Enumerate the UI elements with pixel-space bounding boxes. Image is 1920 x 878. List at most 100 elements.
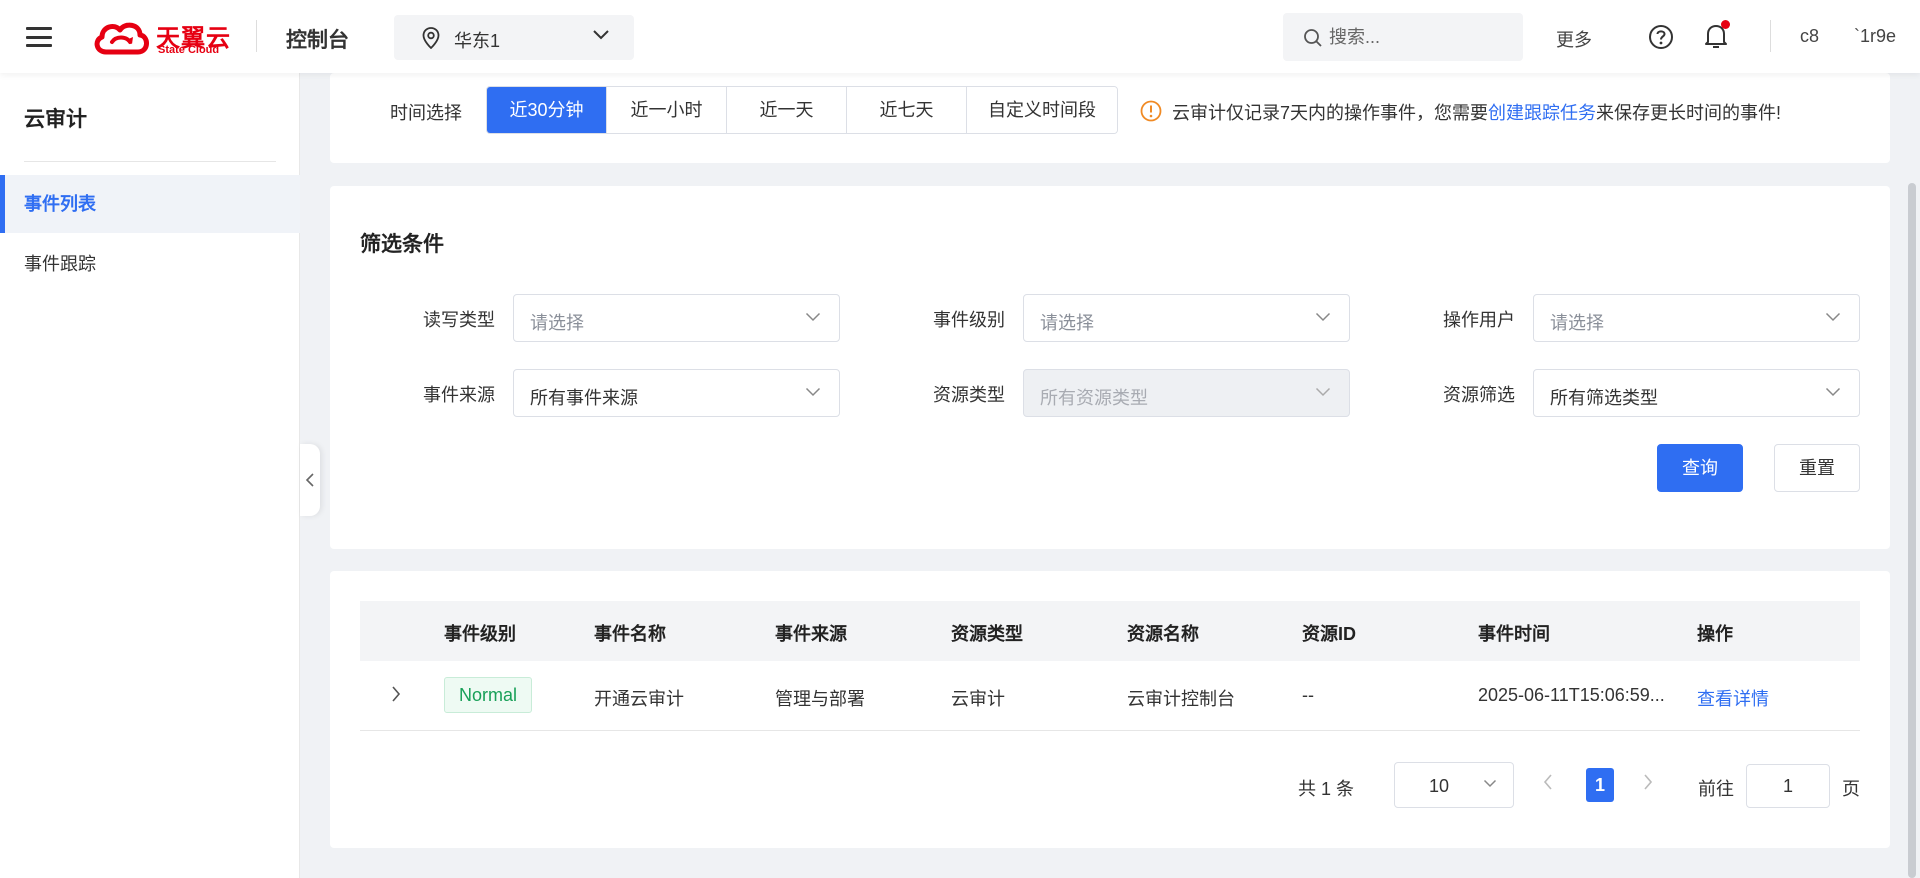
- event-level-select[interactable]: 请选择: [1023, 294, 1350, 342]
- goto-label: 前往: [1698, 779, 1734, 799]
- previous-page-icon[interactable]: [1542, 773, 1554, 791]
- logo-text-en: State Cloud: [158, 44, 220, 56]
- chevron-down-icon: [1315, 387, 1331, 397]
- time-option-1day[interactable]: 近一天: [727, 87, 847, 133]
- help-icon[interactable]: [1648, 24, 1674, 50]
- header-divider: [1770, 20, 1771, 52]
- header-divider: [256, 20, 257, 52]
- create-tracking-task-link[interactable]: 创建跟踪任务: [1488, 103, 1596, 123]
- event-level-badge: Normal: [444, 677, 532, 713]
- page-unit-label: 页: [1842, 779, 1860, 799]
- notice-text-prefix: 云审计仅记录7天内的操作事件，您需要: [1172, 103, 1489, 123]
- time-option-custom[interactable]: 自定义时间段: [967, 87, 1117, 133]
- column-header: 资源ID: [1302, 624, 1356, 644]
- column-header: 资源名称: [1127, 624, 1199, 644]
- goto-page-input[interactable]: [1746, 764, 1830, 808]
- select-value: 请选择: [1040, 313, 1094, 333]
- user-name[interactable]: `1r9e: [1854, 26, 1896, 47]
- select-value: 所有资源类型: [1040, 388, 1148, 408]
- resource-filter-select[interactable]: 所有筛选类型: [1533, 369, 1860, 417]
- chevron-down-icon: [1315, 312, 1331, 322]
- event-source-select[interactable]: 所有事件来源: [513, 369, 840, 417]
- page-scrollbar[interactable]: [1908, 183, 1916, 878]
- region-selector[interactable]: 华东1: [394, 15, 634, 60]
- pagination-total: 共 1 条: [1298, 779, 1355, 799]
- select-value: 所有筛选类型: [1550, 388, 1658, 408]
- notification-bell[interactable]: [1704, 20, 1730, 55]
- chevron-right-icon[interactable]: [390, 685, 402, 703]
- region-value: 华东1: [454, 31, 501, 51]
- column-header: 事件名称: [594, 624, 666, 644]
- table-header: 事件级别 事件名称 事件来源 资源类型 资源名称 资源ID 事件时间 操作: [360, 601, 1860, 661]
- search-input[interactable]: [1329, 23, 1509, 51]
- location-pin-icon: [422, 27, 440, 49]
- cloud-logo-icon: [94, 22, 149, 55]
- sidebar-divider: [24, 161, 276, 162]
- user-short-name[interactable]: c8: [1800, 26, 1819, 47]
- sidebar-title: 云审计: [24, 108, 87, 131]
- page-size-value: 10: [1429, 776, 1450, 796]
- resource-type-select: 所有资源类型: [1023, 369, 1350, 417]
- column-header: 操作: [1697, 624, 1733, 644]
- time-range-segmented: 近30分钟 近一小时 近一天 近七天 自定义时间段: [486, 86, 1118, 134]
- time-option-30min[interactable]: 近30分钟: [487, 87, 607, 133]
- global-search[interactable]: [1283, 13, 1523, 61]
- time-option-7days[interactable]: 近七天: [847, 87, 967, 133]
- read-write-type-label: 读写类型: [423, 310, 495, 330]
- notification-dot: [1721, 20, 1730, 29]
- event-source-label: 事件来源: [423, 385, 495, 405]
- resource-filter-label: 资源筛选: [1443, 385, 1515, 405]
- sidebar-item-event-list[interactable]: 事件列表: [0, 175, 300, 233]
- column-header: 事件时间: [1478, 624, 1550, 644]
- resource-id-cell: --: [1302, 685, 1314, 705]
- event-table-card: 事件级别 事件名称 事件来源 资源类型 资源名称 资源ID 事件时间 操作 No…: [330, 571, 1890, 848]
- read-write-type-select[interactable]: 请选择: [513, 294, 840, 342]
- search-icon: [1304, 29, 1322, 47]
- resource-type-cell: 云审计: [951, 689, 1005, 709]
- time-filter-card: 时间选择 近30分钟 近一小时 近一天 近七天 自定义时间段 云审计仅记录7天内…: [330, 73, 1890, 163]
- page-size-select[interactable]: 10: [1394, 762, 1514, 808]
- console-title[interactable]: 控制台: [286, 24, 349, 54]
- filter-title: 筛选条件: [360, 233, 444, 256]
- resource-type-label: 资源类型: [933, 385, 1005, 405]
- warning-icon: [1140, 100, 1162, 122]
- chevron-down-icon: [593, 30, 609, 40]
- time-option-1hour[interactable]: 近一小时: [607, 87, 727, 133]
- chevron-down-icon: [805, 387, 821, 397]
- next-page-icon[interactable]: [1642, 773, 1654, 791]
- chevron-left-icon: [305, 473, 314, 487]
- sidebar: 云审计 事件列表 事件跟踪: [0, 73, 300, 878]
- operator-user-select[interactable]: 请选择: [1533, 294, 1860, 342]
- event-time-cell: 2025-06-11T15:06:59...: [1478, 685, 1665, 705]
- notice-text-suffix: 来保存更长时间的事件!: [1596, 103, 1782, 123]
- time-filter-label: 时间选择: [390, 103, 462, 123]
- top-bar: 天翼云 State Cloud 控制台 华东1 更多 c8 `1r9e: [0, 0, 1920, 73]
- event-name-cell: 开通云审计: [594, 689, 684, 709]
- event-level-label: 事件级别: [933, 310, 1005, 330]
- view-details-link[interactable]: 查看详情: [1697, 685, 1769, 711]
- column-header: 事件级别: [444, 624, 516, 644]
- select-value: 请选择: [530, 313, 584, 333]
- chevron-down-icon: [1825, 312, 1841, 322]
- column-header: 事件来源: [775, 624, 847, 644]
- event-source-cell: 管理与部署: [775, 689, 865, 709]
- page-number-current[interactable]: 1: [1586, 768, 1614, 802]
- filter-card: 筛选条件 读写类型 请选择 事件级别 请选择 操作用户 请选择 事件来源 所有事…: [330, 186, 1890, 549]
- column-header: 资源类型: [951, 624, 1023, 644]
- reset-button[interactable]: 重置: [1774, 444, 1860, 492]
- sidebar-collapse-toggle[interactable]: [300, 444, 320, 516]
- more-menu[interactable]: 更多: [1556, 26, 1592, 52]
- sidebar-item-event-tracking[interactable]: 事件跟踪: [0, 235, 300, 293]
- operator-user-label: 操作用户: [1443, 310, 1515, 330]
- menu-icon[interactable]: [26, 27, 52, 47]
- retention-notice: 云审计仅记录7天内的操作事件，您需要创建跟踪任务来保存更长时间的事件!: [1140, 99, 1781, 125]
- resource-name-cell: 云审计控制台: [1127, 689, 1235, 709]
- chevron-down-icon: [805, 312, 821, 322]
- select-value: 请选择: [1550, 313, 1604, 333]
- query-button[interactable]: 查询: [1657, 444, 1743, 492]
- chevron-down-icon: [1483, 779, 1497, 788]
- logo[interactable]: 天翼云 State Cloud: [92, 16, 232, 58]
- chevron-down-icon: [1825, 387, 1841, 397]
- table-row: Normal 开通云审计 管理与部署 云审计 云审计控制台 -- 2025-06…: [360, 661, 1860, 731]
- select-value: 所有事件来源: [530, 388, 638, 408]
